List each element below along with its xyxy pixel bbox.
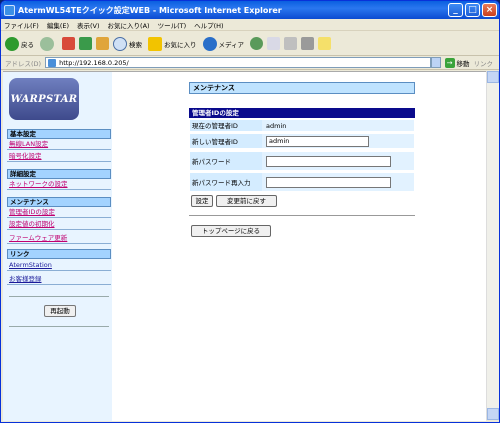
nav-section-maintenance: メンテナンス bbox=[7, 197, 111, 207]
confirm-password-label: 新パスワード再入力 bbox=[192, 179, 251, 187]
media-label: メディア bbox=[218, 40, 245, 49]
favorites-label: お気に入り bbox=[164, 40, 197, 49]
menu-favorites[interactable]: お気に入り(A) bbox=[108, 20, 150, 30]
star-icon bbox=[148, 36, 162, 51]
page-viewport: WARPSTAR 基本設定 無線LAN設定 暗号化設定 詳細設定 ネットワークの… bbox=[3, 71, 486, 421]
refresh-icon[interactable] bbox=[79, 37, 92, 50]
go-label: 移動 bbox=[456, 59, 470, 68]
current-id-value: admin bbox=[266, 122, 287, 130]
nav-link-network[interactable]: ネットワークの設定 bbox=[7, 180, 111, 190]
toolbar: 戻る 検索 お気に入り メディア bbox=[1, 32, 499, 56]
forward-arrow-icon bbox=[40, 36, 54, 51]
nav-section-advanced: 詳細設定 bbox=[7, 169, 111, 179]
edit-icon[interactable] bbox=[301, 37, 315, 50]
main-content: メンテナンス 管理者IDの設定 現在の管理者ID admin 新しい管理者ID … bbox=[112, 72, 486, 421]
go-arrow-icon: → bbox=[444, 57, 455, 68]
window-title: AtermWL54TEクイック設定WEB - Microsoft Interne… bbox=[18, 5, 282, 15]
nav-divider-top bbox=[9, 296, 109, 297]
search-label: 検索 bbox=[129, 40, 142, 49]
ie-icon bbox=[4, 4, 15, 16]
title-bar: AtermWL54TEクイック設定WEB - Microsoft Interne… bbox=[1, 1, 499, 19]
favorites-button[interactable]: お気に入り bbox=[148, 36, 197, 51]
search-button[interactable]: 検索 bbox=[113, 36, 142, 51]
nav-link-admin-id[interactable]: 管理者IDの設定 bbox=[7, 208, 111, 218]
new-id-input[interactable]: admin bbox=[266, 136, 369, 147]
maximize-button[interactable]: □ bbox=[465, 3, 480, 17]
browser-window: AtermWL54TEクイック設定WEB - Microsoft Interne… bbox=[0, 0, 500, 423]
media-button[interactable]: メディア bbox=[202, 36, 245, 51]
page-icon bbox=[48, 58, 57, 67]
search-icon bbox=[113, 36, 127, 51]
menu-edit[interactable]: 編集(E) bbox=[47, 20, 69, 30]
set-button[interactable]: 設定 bbox=[191, 195, 213, 207]
forward-button[interactable] bbox=[40, 36, 56, 51]
nav-link-firmware[interactable]: ファームウェア更新 bbox=[7, 234, 111, 244]
menu-bar: ファイル(F) 編集(E) 表示(V) お気に入り(A) ツール(T) ヘルプ(… bbox=[1, 19, 499, 31]
media-icon bbox=[202, 36, 217, 51]
home-icon[interactable] bbox=[96, 37, 109, 50]
nav-link-encryption[interactable]: 暗号化設定 bbox=[7, 152, 111, 162]
messenger-icon[interactable] bbox=[318, 37, 332, 50]
warpstar-logo: WARPSTAR bbox=[9, 78, 79, 120]
address-url: http://192.168.0.205/ bbox=[59, 58, 129, 67]
sidebar: WARPSTAR 基本設定 無線LAN設定 暗号化設定 詳細設定 ネットワークの… bbox=[3, 72, 112, 421]
page-title: メンテナンス bbox=[189, 82, 415, 94]
address-label: アドレス(D) bbox=[5, 59, 42, 68]
vertical-scrollbar[interactable] bbox=[486, 71, 499, 420]
new-id-label: 新しい管理者ID bbox=[192, 138, 238, 146]
section-title: 管理者IDの設定 bbox=[189, 108, 415, 118]
back-to-top-button[interactable]: トップページに戻る bbox=[191, 225, 271, 237]
revert-button[interactable]: 変更前に戻す bbox=[216, 195, 277, 207]
scroll-down-icon[interactable] bbox=[487, 408, 499, 420]
address-input[interactable]: http://192.168.0.205/ bbox=[45, 57, 431, 68]
nav-section-links: リンク bbox=[7, 249, 111, 259]
nav-link-wireless-lan[interactable]: 無線LAN設定 bbox=[7, 140, 111, 150]
confirm-password-row: 新パスワード再入力 bbox=[189, 172, 415, 192]
new-id-row: 新しい管理者ID admin bbox=[189, 133, 415, 149]
menu-file[interactable]: ファイル(F) bbox=[4, 20, 39, 30]
nav-link-factory-reset[interactable]: 設定値の初期化 bbox=[7, 220, 111, 230]
back-button[interactable]: 戻る bbox=[5, 36, 34, 51]
links-label[interactable]: リンク bbox=[474, 58, 494, 68]
section-divider bbox=[189, 215, 415, 216]
menu-help[interactable]: ヘルプ(H) bbox=[194, 20, 223, 30]
nav-link-atermstation[interactable]: AtermStation bbox=[7, 261, 111, 271]
go-button[interactable]: → 移動 bbox=[444, 57, 470, 68]
confirm-password-input[interactable] bbox=[266, 177, 391, 188]
address-dropdown[interactable] bbox=[430, 57, 441, 68]
restart-button[interactable]: 再起動 bbox=[44, 305, 76, 317]
menu-tools[interactable]: ツール(T) bbox=[158, 20, 187, 30]
new-password-input[interactable] bbox=[266, 156, 391, 167]
scroll-up-icon[interactable] bbox=[487, 71, 499, 83]
address-bar: アドレス(D) http://192.168.0.205/ → 移動 リンク bbox=[1, 56, 499, 70]
minimize-button[interactable]: _ bbox=[448, 3, 463, 17]
nav-section-basic: 基本設定 bbox=[7, 129, 111, 139]
menu-view[interactable]: 表示(V) bbox=[77, 20, 100, 30]
logo-text: WARPSTAR bbox=[10, 93, 78, 105]
new-password-label: 新パスワード bbox=[192, 158, 231, 166]
close-button[interactable]: × bbox=[482, 3, 497, 17]
back-label: 戻る bbox=[21, 40, 34, 49]
print-icon[interactable] bbox=[284, 37, 298, 50]
back-arrow-icon bbox=[5, 36, 19, 51]
nav-divider-bottom bbox=[9, 326, 109, 327]
stop-icon[interactable] bbox=[62, 37, 75, 50]
history-icon[interactable] bbox=[250, 37, 264, 50]
current-id-row: 現在の管理者ID admin bbox=[189, 119, 415, 132]
mail-icon[interactable] bbox=[267, 37, 281, 50]
new-password-row: 新パスワード bbox=[189, 151, 415, 171]
nav-link-registration[interactable]: お客様登録 bbox=[7, 275, 111, 285]
current-id-label: 現在の管理者ID bbox=[192, 122, 238, 130]
